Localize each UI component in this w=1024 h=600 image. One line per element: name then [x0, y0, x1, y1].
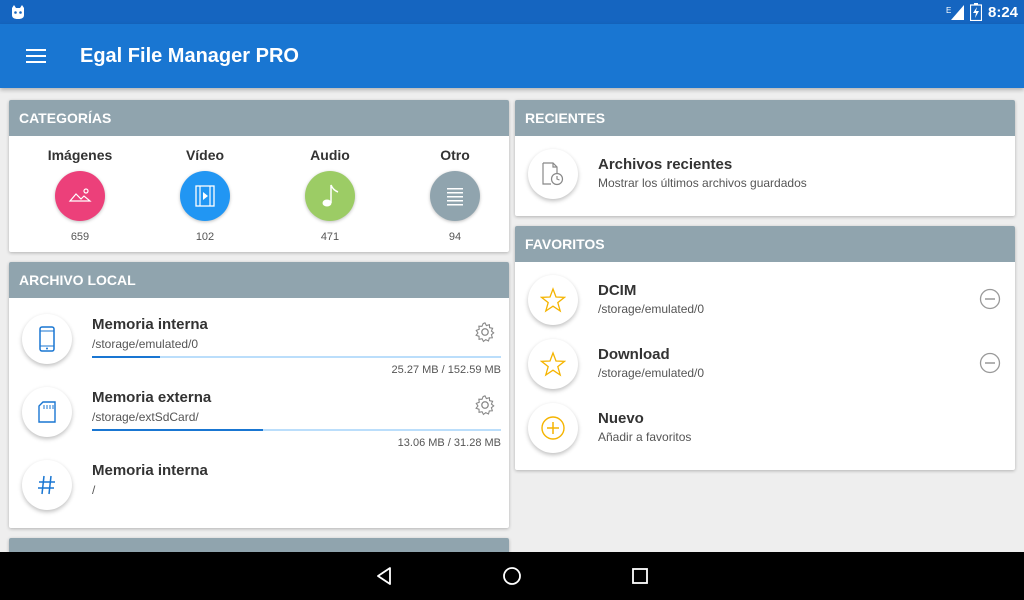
video-icon [195, 185, 215, 207]
storage-name: Memoria interna [92, 316, 208, 333]
storage-name: Memoria interna [92, 462, 208, 479]
recent-description: Mostrar los últimos archivos guardados [598, 176, 807, 190]
hash-icon [38, 475, 55, 495]
category-label: Imágenes [47, 147, 113, 163]
storage-item-root[interactable]: Memoria interna / [9, 444, 509, 517]
category-count: 94 [448, 231, 462, 243]
category-circle [430, 171, 480, 221]
storage-icon-circle [22, 460, 72, 510]
hamburger-menu-icon[interactable] [24, 44, 48, 68]
back-icon[interactable] [374, 566, 394, 586]
recent-icon-circle [528, 149, 578, 199]
categories-card: CATEGORÍAS Imágenes 659 Vídeo 102 Audio [9, 100, 509, 252]
recent-card: RECIENTES Archivos recientes Mostrar los… [515, 100, 1015, 216]
recents-icon[interactable] [630, 566, 650, 586]
storage-path: / [92, 483, 96, 497]
category-count: 102 [195, 231, 215, 243]
favorites-card: FAVORITOS DCIM /storage/emulated/0 Downl… [515, 226, 1015, 470]
storage-progress-bar [92, 356, 501, 358]
storage-progress-fill [92, 429, 263, 431]
category-video[interactable]: Vídeo 102 [155, 147, 255, 243]
image-icon [68, 188, 92, 202]
recent-files-item[interactable]: Archivos recientes Mostrar los últimos a… [515, 136, 1015, 216]
favorite-name: Nuevo [598, 410, 644, 427]
favorites-header: FAVORITOS [515, 226, 1015, 262]
status-bar: E 8:24 [0, 0, 1024, 24]
clock: 8:24 [988, 4, 1019, 21]
category-images[interactable]: Imágenes 659 [30, 147, 130, 243]
favorite-item-download[interactable]: Download /storage/emulated/0 [515, 326, 1015, 390]
category-label: Otro [440, 147, 470, 163]
category-label: Vídeo [185, 147, 225, 163]
home-icon[interactable] [502, 566, 522, 586]
remove-favorite-icon[interactable] [979, 352, 1001, 374]
storage-progress-bar [92, 429, 501, 431]
music-icon [322, 184, 339, 207]
category-circle [55, 171, 105, 221]
favorite-name: DCIM [598, 282, 637, 299]
favorite-item-new[interactable]: Nuevo Añadir a favoritos [515, 390, 1015, 454]
categories-header: CATEGORÍAS [9, 100, 509, 136]
sd-card-icon [38, 401, 56, 423]
phone-icon [39, 326, 55, 352]
battery-charging-icon [970, 3, 982, 21]
recent-header: RECIENTES [515, 100, 1015, 136]
favorite-item-dcim[interactable]: DCIM /storage/emulated/0 [515, 262, 1015, 326]
storage-icon-circle [22, 387, 72, 437]
local-storage-card: ARCHIVO LOCAL Memoria interna /storage/e… [9, 262, 509, 528]
recent-file-icon [542, 162, 564, 186]
favorite-path: /storage/emulated/0 [598, 302, 705, 316]
system-navigation-bar [0, 552, 1024, 600]
category-count: 659 [70, 231, 90, 243]
network-type: E [946, 6, 951, 15]
storage-path: /storage/extSdCard/ [92, 410, 199, 424]
category-count: 471 [320, 231, 340, 243]
local-storage-header: ARCHIVO LOCAL [9, 262, 509, 298]
category-label: Audio [310, 147, 350, 163]
recent-title: Archivos recientes [598, 156, 733, 173]
signal-icon: E [946, 5, 964, 20]
favorite-path: /storage/emulated/0 [598, 366, 705, 380]
settings-gear-icon[interactable] [474, 321, 496, 343]
storage-icon-circle [22, 314, 72, 364]
category-other[interactable]: Otro 94 [405, 147, 505, 243]
add-circle-icon [541, 416, 565, 440]
storage-name: Memoria externa [92, 389, 212, 406]
settings-gear-icon[interactable] [474, 394, 496, 416]
favorite-icon-circle [528, 275, 578, 325]
storage-item-internal[interactable]: Memoria interna /storage/emulated/0 25.2… [9, 298, 509, 376]
favorite-name: Download [598, 346, 670, 363]
favorite-icon-circle [528, 339, 578, 389]
android-notification-icon [12, 5, 24, 19]
storage-item-external[interactable]: Memoria externa /storage/extSdCard/ 13.0… [9, 371, 509, 449]
document-icon [447, 188, 463, 206]
favorite-path: Añadir a favoritos [598, 430, 692, 444]
app-bar: Egal File Manager PRO [0, 24, 1024, 88]
storage-progress-fill [92, 356, 160, 358]
star-icon [540, 287, 566, 313]
app-title: Egal File Manager PRO [80, 45, 299, 67]
category-circle [305, 171, 355, 221]
star-icon [540, 351, 566, 377]
category-audio[interactable]: Audio 471 [280, 147, 380, 243]
storage-path: /storage/emulated/0 [92, 337, 199, 351]
remove-favorite-icon[interactable] [979, 288, 1001, 310]
favorite-icon-circle [528, 403, 578, 453]
category-circle [180, 171, 230, 221]
